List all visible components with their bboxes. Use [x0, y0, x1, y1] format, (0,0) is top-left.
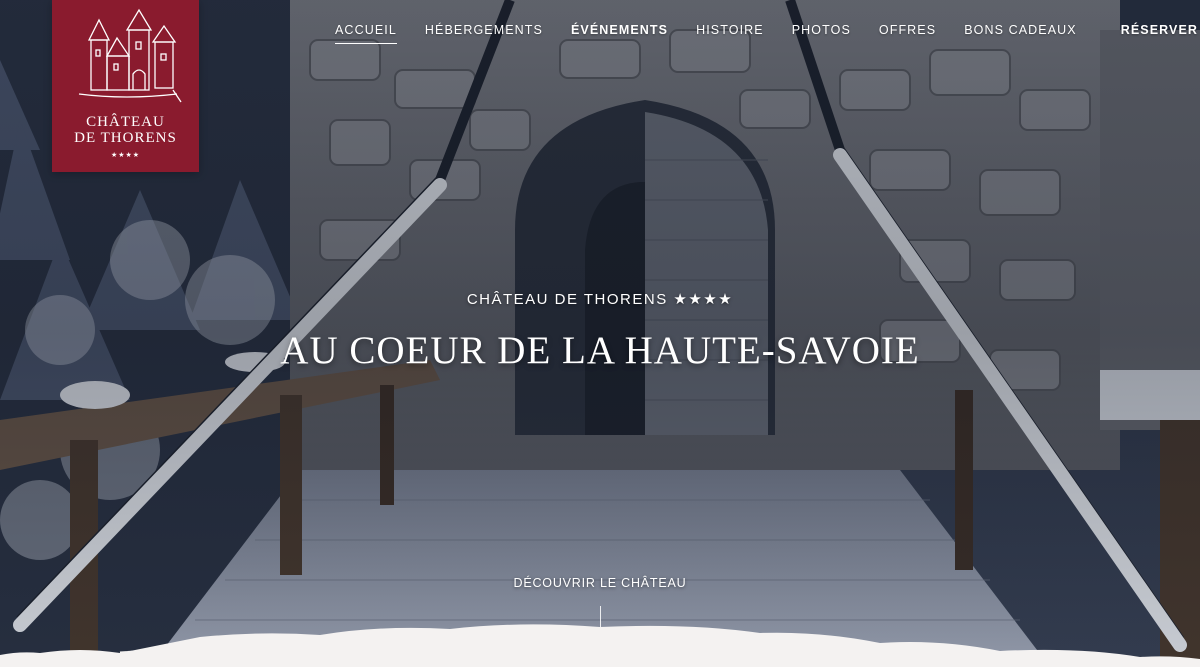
- nav-item-accueil[interactable]: ACCUEIL: [335, 23, 397, 44]
- logo-stars: ★★★★: [110, 152, 141, 159]
- nav-item-bons-cadeaux[interactable]: BONS CADEAUX: [964, 23, 1077, 37]
- nav-item-histoire[interactable]: HISTOIRE: [696, 23, 764, 37]
- main-navigation: ACCUEIL HÉBERGEMENTS ÉVÉNEMENTS HISTOIRE…: [335, 20, 1197, 44]
- site-logo[interactable]: CHÂTEAU DE THORENS ★★★★: [52, 0, 199, 172]
- hero-title: AU COEUR DE LA HAUTE-SAVOIE: [280, 329, 920, 372]
- nav-item-photos[interactable]: PHOTOS: [792, 23, 851, 37]
- hero-subtitle: CHÂTEAU DE THORENS ★★★★: [466, 291, 734, 308]
- logo-text-line2: DE THORENS: [74, 130, 177, 146]
- logo-text-line1: CHÂTEAU: [86, 114, 165, 130]
- castle-icon: [78, 8, 182, 103]
- brush-stroke-divider: [0, 624, 1200, 667]
- nav-item-evenements[interactable]: ÉVÉNEMENTS: [571, 23, 668, 37]
- nav-item-hebergements[interactable]: HÉBERGEMENTS: [425, 23, 543, 37]
- reserve-button[interactable]: RÉSERVER: [1121, 23, 1198, 37]
- discover-castle-link[interactable]: DÉCOUVRIR LE CHÂTEAU: [0, 576, 1200, 590]
- nav-item-offres[interactable]: OFFRES: [879, 23, 936, 37]
- page: CHÂTEAU DE THORENS ★★★★ ACCUEIL HÉBERGEM…: [0, 0, 1200, 667]
